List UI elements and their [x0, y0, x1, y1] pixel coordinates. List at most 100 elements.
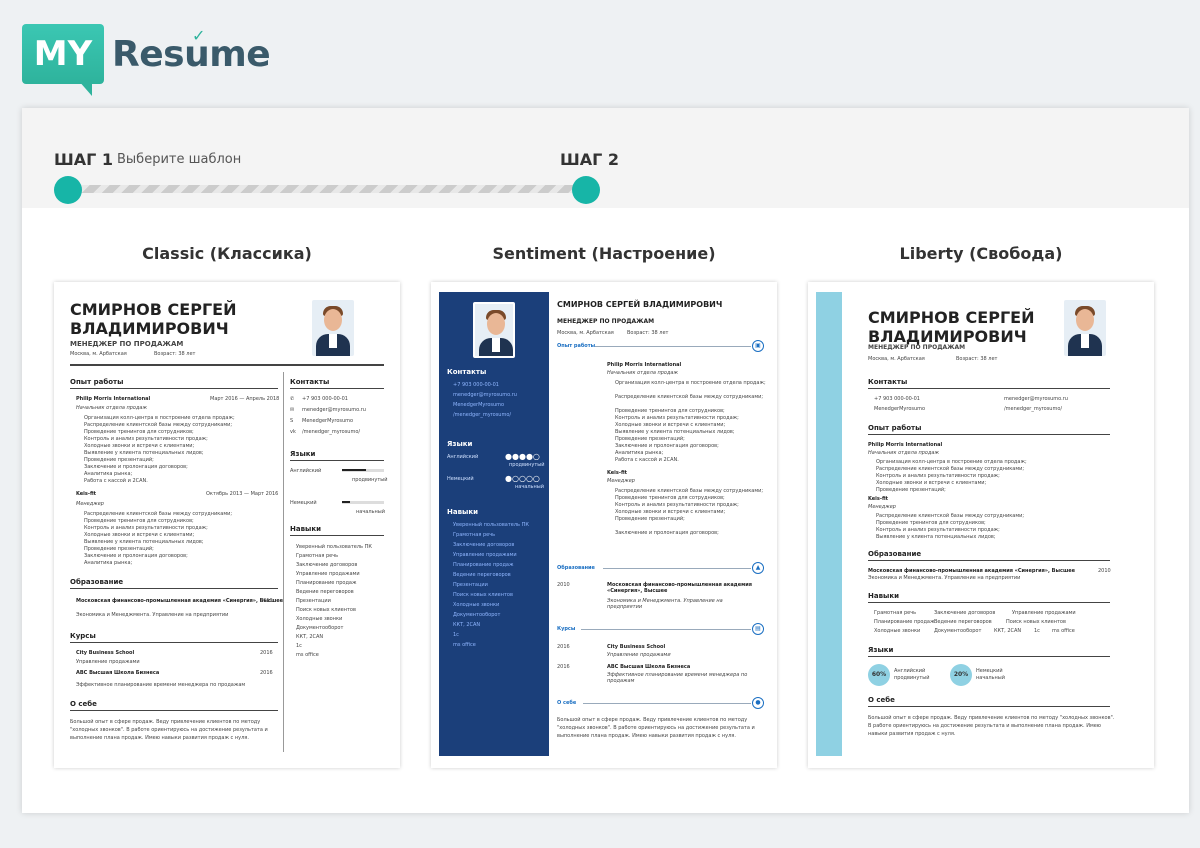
- briefcase-icon: ▣: [752, 340, 764, 352]
- bullet: Выявление у клиента потенциальных лидов;: [876, 534, 996, 540]
- language-1-level-bar: [342, 469, 366, 471]
- divider: [70, 710, 278, 711]
- skill: Управление продажами: [453, 552, 517, 558]
- bullet: Проведение презентаций;: [615, 436, 685, 442]
- skill: Поиск новых клиентов: [296, 607, 356, 613]
- divider: [583, 703, 751, 704]
- bullet: Распределение клиентской базы между сотр…: [84, 511, 233, 517]
- template-sentiment[interactable]: Контакты +7 903 000-00-01 menedger@myros…: [431, 282, 777, 768]
- bullet: Аналитика рынка;: [84, 471, 133, 477]
- company-2: Keis-fit: [607, 470, 628, 476]
- course-2: ABC Высшая Школа Бизнеса: [607, 664, 691, 670]
- resume-age: Возраст: 38 лет: [627, 330, 669, 336]
- bullet: Холодные звонки и встречи с клиентами;: [615, 422, 726, 428]
- role-2: Менеджер: [607, 478, 635, 484]
- language-1: Английский: [290, 468, 322, 474]
- logo[interactable]: MY Resume ✓: [22, 22, 272, 98]
- skill: Грамотная речь: [453, 532, 496, 538]
- course-1-sub: Управление продажами: [76, 659, 140, 665]
- section-skills: Навыки: [868, 592, 899, 600]
- company-1: Philip Morris International: [607, 362, 682, 368]
- section-courses: Курсы: [557, 626, 576, 632]
- bullet: Проведение тренингов для сотрудников;: [876, 520, 986, 526]
- section-languages: Языки: [290, 450, 316, 458]
- skill: Грамотная речь: [874, 610, 917, 616]
- section-about: О себе: [557, 700, 577, 706]
- course-1-sub: Управление продажами: [607, 652, 671, 658]
- course-1: City Business School: [607, 644, 666, 650]
- divider: [290, 460, 384, 461]
- bullet: Выявление у клиента потенциальных лидов;: [615, 429, 735, 435]
- skill: 1с: [1034, 628, 1040, 634]
- course-2-year: 2016: [557, 664, 570, 670]
- bullet: Заключение и пролонгация договоров;: [84, 464, 188, 470]
- skill: Ведение переговоров: [453, 572, 511, 578]
- divider: [581, 629, 751, 630]
- about-text: Большой опыт в сфере продаж. Веду привле…: [70, 719, 268, 741]
- about-text: Большой опыт в сфере продаж. Веду привле…: [868, 715, 1115, 737]
- template-classic[interactable]: СМИРНОВ СЕРГЕЙ ВЛАДИМИРОВИЧ МЕНЕДЖЕР ПО …: [54, 282, 400, 768]
- contact-email: menedger@myrosumo.ru: [453, 392, 517, 398]
- template-liberty[interactable]: СМИРНОВ СЕРГЕЙ ВЛАДИМИРОВИЧ МЕНЕДЖЕР ПО …: [808, 282, 1154, 768]
- skill: Уверенный пользователь ПК: [453, 522, 529, 528]
- about-text: Большой опыт в сфере продаж. Веду привле…: [557, 717, 755, 739]
- bullet: Контроль и анализ результативности прода…: [84, 436, 208, 442]
- company-2: Keis-fit: [76, 491, 97, 497]
- skill: Уверенный пользователь ПК: [296, 544, 372, 550]
- divider: [868, 560, 1110, 561]
- language-2-level: начальный: [976, 675, 1005, 681]
- language-2-level-badge: 20%: [950, 664, 972, 686]
- skill: ККТ, 2CAN: [994, 628, 1022, 634]
- bullet: Проведение тренингов для сотрудников;: [615, 408, 725, 414]
- divider: [595, 346, 751, 347]
- course-2-sub: Эффективное планирование времени менедже…: [607, 672, 748, 684]
- bullet: Распределение клиентской базы между сотр…: [84, 422, 233, 428]
- bullet: Организация колл-центра в построение отд…: [615, 380, 766, 386]
- skill: Презентации: [296, 598, 331, 604]
- skill: Документооборот: [453, 612, 501, 618]
- resume-age: Возраст: 38 лет: [154, 351, 196, 357]
- education-sub: Экономика и Менеджмента. Управление на п…: [868, 575, 1021, 581]
- resume-name-line1: СМИРНОВ СЕРГЕЙ: [868, 308, 1035, 327]
- graduation-cap-icon: ▲: [752, 562, 764, 574]
- logo-speech-tail: [78, 80, 92, 96]
- section-contacts: Контакты: [290, 378, 330, 386]
- skype-icon: S: [290, 418, 294, 424]
- role-1: Начальник отдела продаж: [607, 370, 678, 376]
- education-name: Московская финансово-промышленная академ…: [607, 582, 752, 594]
- language-1: Английский: [894, 668, 926, 674]
- skill: ККТ, 2CAN: [296, 634, 324, 640]
- divider: [603, 568, 751, 569]
- contact-phone: +7 903 000-00-01: [874, 396, 920, 402]
- skill: ms office: [1052, 628, 1075, 634]
- sidebar-skills-title: Навыки: [447, 508, 478, 516]
- skill: 1с: [453, 632, 459, 638]
- skill: Планирование продаж: [453, 562, 514, 568]
- vk-icon: vk: [290, 429, 296, 435]
- bullet: Проведение тренингов для сотрудников;: [84, 518, 194, 524]
- step-1-dot[interactable]: [54, 176, 82, 204]
- bullet: Выявление у клиента потенциальных лидов;: [84, 450, 204, 456]
- skill: Холодные звонки: [453, 602, 500, 608]
- education-name: Московская финансово-промышленная академ…: [76, 598, 284, 604]
- bullet: Проведение презентаций;: [84, 546, 154, 552]
- section-education: Образование: [70, 578, 124, 586]
- bullet: Контроль и анализ результативности прода…: [615, 502, 739, 508]
- resume-city: Москва, м. Арбатская: [868, 356, 925, 362]
- education-year: 2010: [1098, 568, 1111, 574]
- section-about: О себе: [868, 696, 895, 704]
- skill: Заключение договоров: [453, 542, 515, 548]
- skill: Ведение переговоров: [934, 619, 992, 625]
- section-contacts: Контакты: [868, 378, 908, 386]
- role-2: Менеджер: [76, 501, 104, 507]
- divider: [868, 602, 1110, 603]
- bullet: Аналитика рынка;: [84, 560, 133, 566]
- skill: ms office: [453, 642, 476, 648]
- column-divider: [283, 372, 284, 752]
- divider: [70, 388, 278, 389]
- contact-phone: +7 903 000-00-01: [302, 396, 348, 402]
- step-2-dot[interactable]: [572, 176, 600, 204]
- divider: [868, 656, 1110, 657]
- dates-1: Март 2016 — Апрель 2018: [210, 396, 280, 402]
- bullet: Проведение презентаций;: [876, 487, 946, 493]
